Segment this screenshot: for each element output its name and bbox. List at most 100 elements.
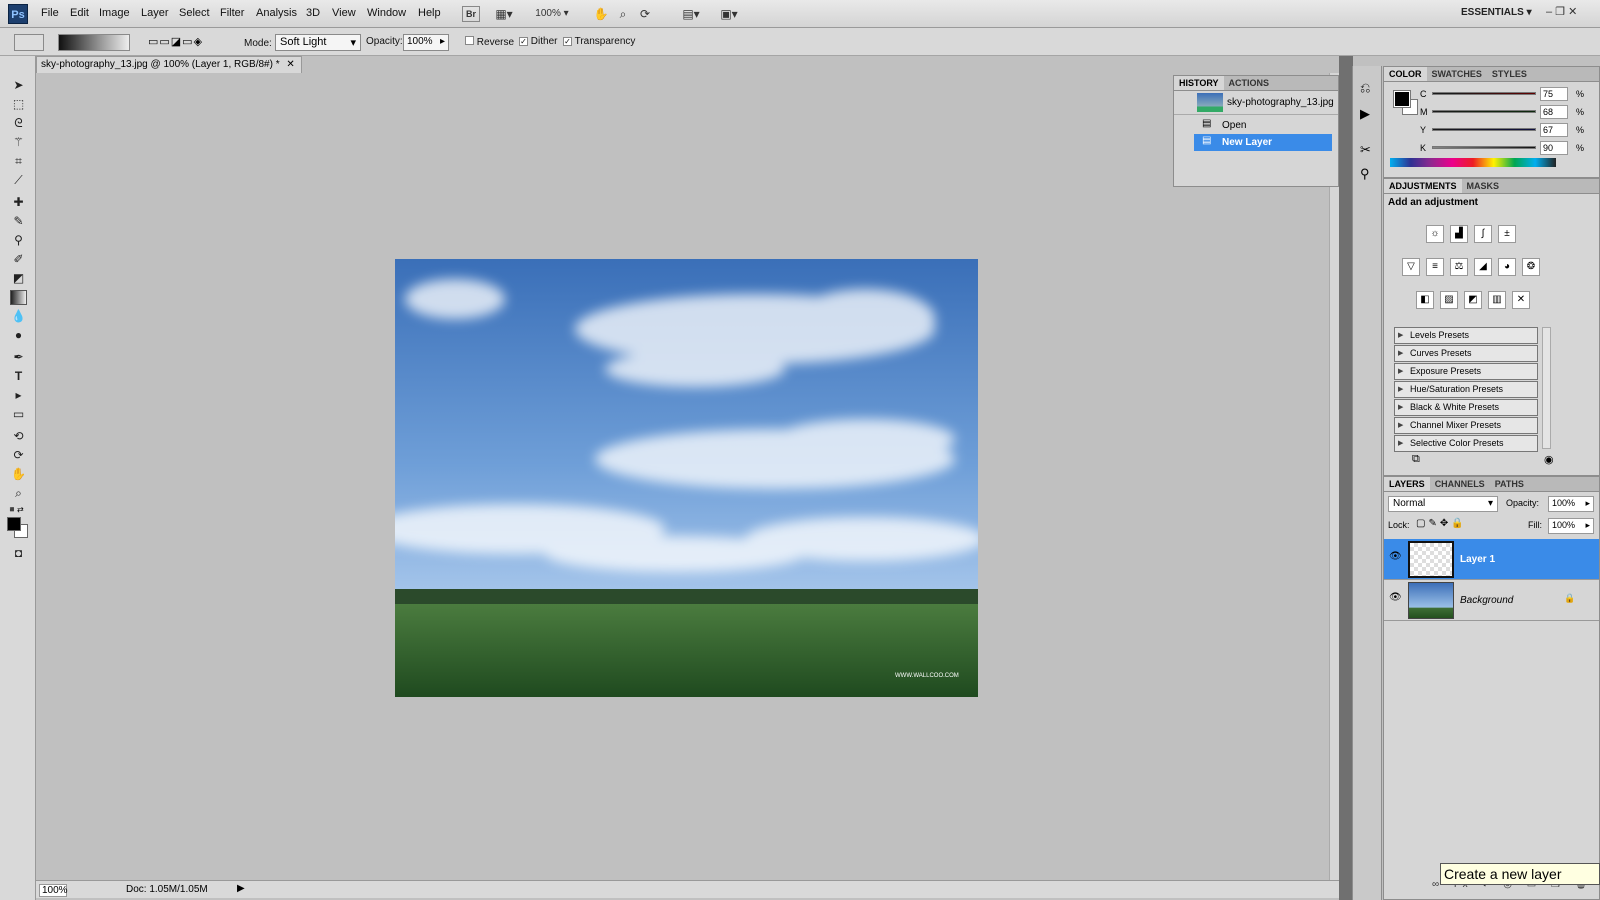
tab-styles[interactable]: STYLES	[1487, 67, 1532, 81]
slider-magenta[interactable]: M 68%	[1420, 105, 1595, 123]
bridge-button[interactable]: Br	[462, 6, 480, 22]
threshold-icon[interactable]: ◩	[1464, 291, 1482, 309]
type-tool-icon[interactable]: T	[10, 369, 27, 384]
opacity-field[interactable]: 100% ▸	[403, 34, 449, 51]
reverse-checkbox[interactable]: Reverse	[465, 36, 514, 48]
preset-selective-color[interactable]: Selective Color Presets	[1394, 435, 1538, 452]
levels-icon[interactable]: ▟	[1450, 225, 1468, 243]
menu-filter[interactable]: Filter	[220, 7, 244, 19]
lasso-tool-icon[interactable]: ᘓ	[10, 116, 27, 131]
hand-tool-sidebar-icon[interactable]: ✋	[10, 467, 27, 482]
window-controls[interactable]: ‒ ❐ ✕	[1546, 5, 1577, 18]
tab-color[interactable]: COLOR	[1384, 67, 1427, 81]
presets-scrollbar[interactable]	[1542, 327, 1551, 449]
dither-checkbox[interactable]: ✓ Dither	[519, 36, 557, 47]
zoom-tool-icon[interactable]: ⌕	[614, 4, 632, 24]
posterize-icon[interactable]: ▨	[1440, 291, 1458, 309]
quick-mask-icon[interactable]: ◘	[10, 546, 27, 561]
tab-channels[interactable]: CHANNELS	[1430, 477, 1490, 491]
preset-exposure[interactable]: Exposure Presets	[1394, 363, 1538, 380]
actions-panel-icon[interactable]: ▶	[1360, 106, 1370, 122]
gradient-tool-icon[interactable]	[10, 290, 27, 305]
magic-wand-tool-icon[interactable]: ⚚	[10, 135, 27, 150]
invert-icon[interactable]: ◧	[1416, 291, 1434, 309]
adjustment-clip-icon[interactable]: ◉	[1544, 453, 1554, 466]
brightness-contrast-icon[interactable]: ☼	[1426, 225, 1444, 243]
visibility-eye-icon[interactable]: 👁	[1389, 551, 1402, 562]
zoom-tool-sidebar-icon[interactable]: ⌕	[10, 486, 27, 501]
pen-tool-icon[interactable]: ✒	[10, 350, 27, 365]
tab-history[interactable]: HISTORY	[1174, 76, 1224, 90]
vibrance-icon[interactable]: ▽	[1402, 258, 1420, 276]
menu-edit[interactable]: Edit	[70, 7, 89, 19]
menu-image[interactable]: Image	[99, 7, 130, 19]
blur-tool-icon[interactable]: 💧	[10, 309, 27, 324]
document-tab[interactable]: sky-photography_13.jpg @ 100% (Layer 1, …	[36, 56, 302, 73]
selective-color-icon[interactable]: ✕	[1512, 291, 1530, 309]
history-panel-icon[interactable]: ⎌	[1360, 80, 1370, 96]
menu-view[interactable]: View	[332, 7, 356, 19]
hand-tool-icon[interactable]: ✋	[592, 4, 610, 24]
preset-levels[interactable]: Levels Presets	[1394, 327, 1538, 344]
menu-3d[interactable]: 3D	[306, 7, 320, 19]
photo-filter-icon[interactable]: ◕	[1498, 258, 1516, 276]
tool-presets-icon[interactable]: ✂	[1360, 142, 1371, 158]
slider-cyan[interactable]: C 75%	[1420, 87, 1595, 105]
preset-curves[interactable]: Curves Presets	[1394, 345, 1538, 362]
screen-mode-icon[interactable]: ▣▾	[716, 4, 742, 24]
preset-channel-mixer[interactable]: Channel Mixer Presets	[1394, 417, 1538, 434]
status-zoom[interactable]: 100%	[39, 884, 68, 897]
tab-layers[interactable]: LAYERS	[1384, 477, 1430, 491]
slider-black[interactable]: K 90%	[1420, 141, 1595, 159]
marquee-tool-icon[interactable]: ⬚	[10, 97, 27, 112]
history-item-new-layer[interactable]: ▤ New Layer	[1194, 134, 1332, 151]
brush-tool-icon[interactable]: ✎	[10, 214, 27, 229]
exposure-icon[interactable]: ±	[1498, 225, 1516, 243]
preset-black-white[interactable]: Black & White Presets	[1394, 399, 1538, 416]
fill-field[interactable]: 100% ▸	[1548, 518, 1594, 534]
menu-analysis[interactable]: Analysis	[256, 7, 297, 19]
menu-select[interactable]: Select	[179, 7, 210, 19]
tab-actions[interactable]: ACTIONS	[1224, 76, 1275, 90]
channel-mixer-icon[interactable]: ❂	[1522, 258, 1540, 276]
layer-row-background[interactable]: 👁 Background 🔒	[1384, 580, 1599, 621]
3d-rotate-tool-icon[interactable]: ⟲	[10, 429, 27, 444]
tab-masks[interactable]: MASKS	[1462, 179, 1505, 193]
crop-tool-icon[interactable]: ⌗	[10, 154, 27, 169]
history-snapshot[interactable]: sky-photography_13.jpg	[1174, 91, 1338, 115]
gradient-picker[interactable]	[58, 34, 130, 51]
color-foreground-swatch[interactable]	[1393, 90, 1411, 108]
layer-row-layer-1[interactable]: 👁 Layer 1	[1384, 539, 1599, 580]
adjustment-footer-icon[interactable]: ⧉	[1412, 453, 1420, 466]
menu-window[interactable]: Window	[367, 7, 406, 19]
layers-opacity-field[interactable]: 100% ▸	[1548, 496, 1594, 512]
tab-adjustments[interactable]: ADJUSTMENTS	[1384, 179, 1462, 193]
lock-icons[interactable]: ▢✎✥🔒	[1416, 518, 1467, 529]
workspace-switcher[interactable]: ESSENTIALS ▾	[1461, 7, 1532, 18]
visibility-eye-icon[interactable]: 👁	[1389, 592, 1402, 603]
menu-help[interactable]: Help	[418, 7, 441, 19]
healing-brush-tool-icon[interactable]: ✚	[10, 195, 27, 210]
swap-colors-icon[interactable]: ◾⇄	[7, 505, 24, 514]
transparency-checkbox[interactable]: ✓ Transparency	[563, 36, 635, 47]
zoom-level-dropdown[interactable]: 100% ▾	[530, 4, 574, 24]
black-white-icon[interactable]: ◢	[1474, 258, 1492, 276]
hue-saturation-icon[interactable]: ≡	[1426, 258, 1444, 276]
doc-size[interactable]: Doc: 1.05M/1.05M	[126, 884, 208, 895]
color-balance-icon[interactable]: ⚖	[1450, 258, 1468, 276]
tool-preset-picker[interactable]	[14, 34, 44, 51]
color-spectrum-bar[interactable]	[1390, 158, 1556, 167]
mode-dropdown[interactable]: Soft Light ▾	[275, 34, 361, 51]
curves-icon[interactable]: ∫	[1474, 225, 1492, 243]
blend-mode-dropdown[interactable]: Normal ▾	[1388, 496, 1498, 512]
vertical-scrollbar[interactable]	[1329, 73, 1339, 880]
status-arrow-icon[interactable]: ▶	[237, 883, 245, 894]
dodge-tool-icon[interactable]: ●	[10, 328, 27, 343]
history-item-open[interactable]: ▤ Open	[1174, 117, 1338, 134]
menu-layer[interactable]: Layer	[141, 7, 169, 19]
arrange-documents-icon[interactable]: ▤▾	[678, 4, 704, 24]
close-tab-icon[interactable]: ✕	[286, 59, 294, 70]
gradient-type-icons[interactable]: ▭▭◪▭◈	[148, 35, 203, 48]
extras-icon[interactable]: ▦▾	[492, 4, 516, 24]
move-tool-icon[interactable]: ➤	[10, 78, 27, 93]
